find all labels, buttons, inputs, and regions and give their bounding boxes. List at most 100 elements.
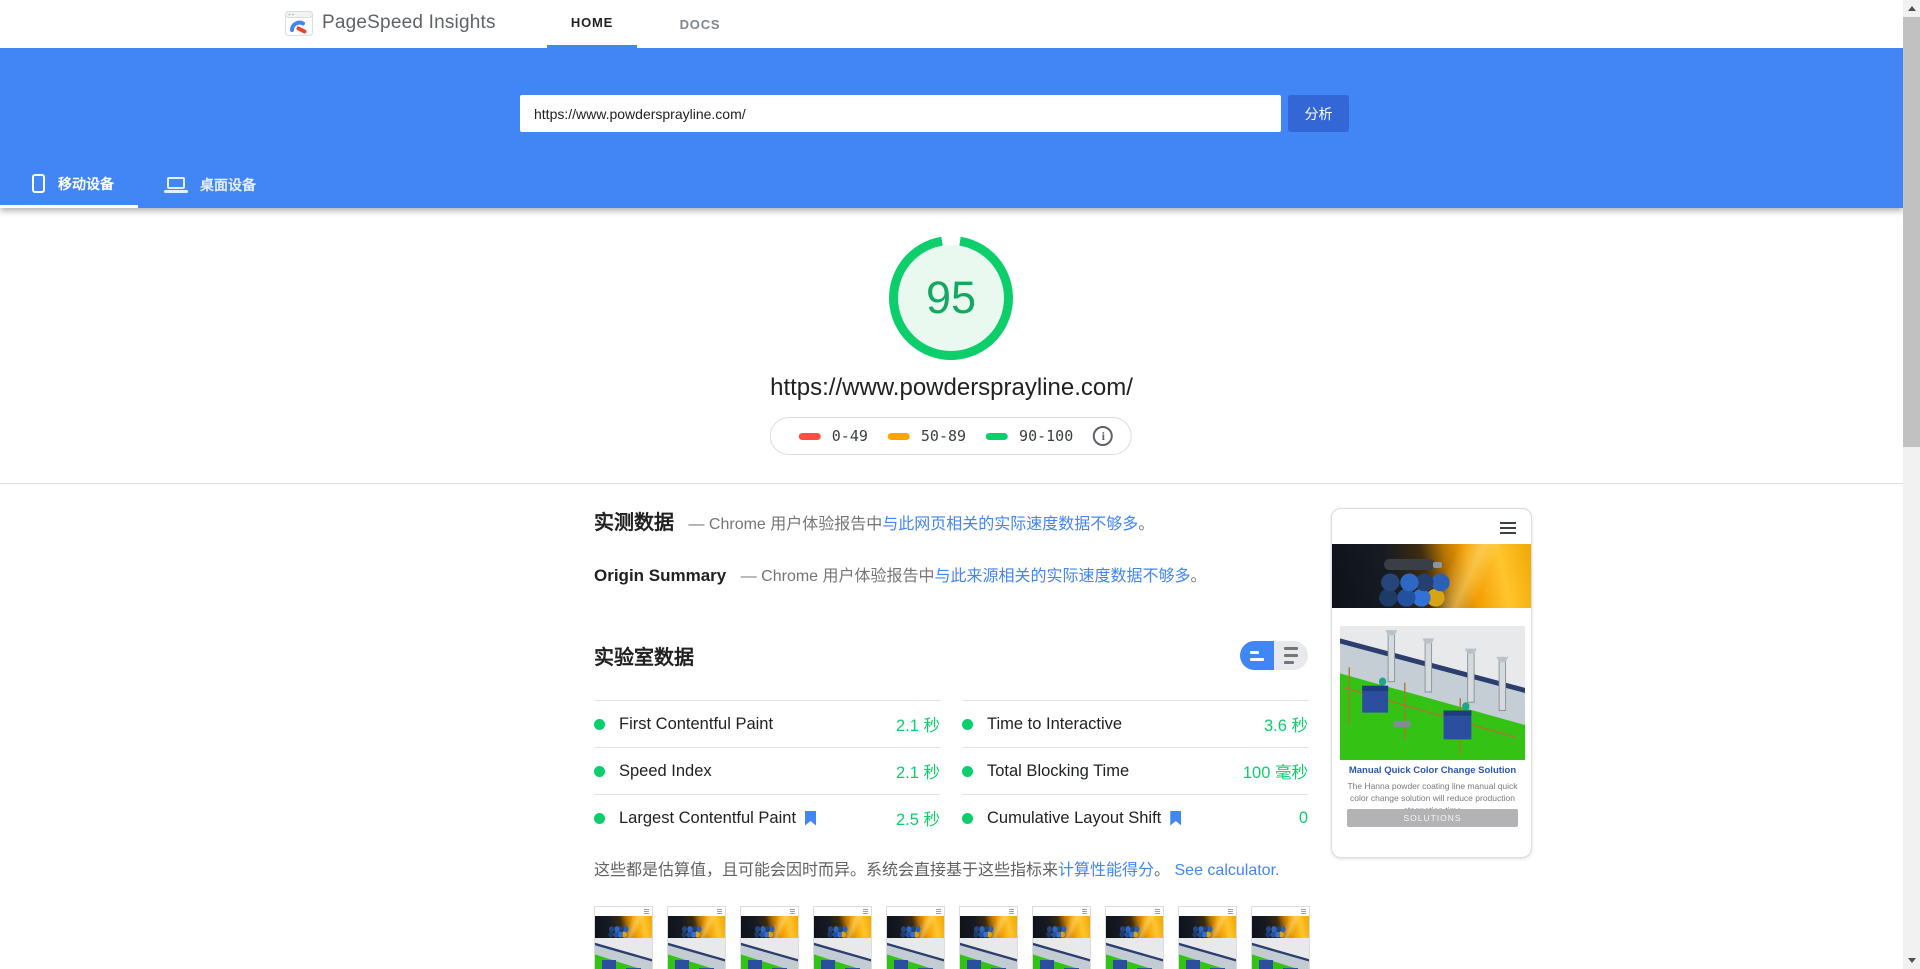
tab-desktop-device[interactable]: 桌面设备 — [140, 162, 280, 208]
loading-filmstrip — [594, 906, 1310, 969]
legend-dash-1 — [888, 433, 910, 440]
lab-data-header-row: 实验室数据 — [594, 641, 1308, 670]
preview-solutions-button[interactable]: SOLUTIONS — [1347, 809, 1518, 827]
field-data-link[interactable]: 与此网页相关的实际速度数据不够多 — [882, 516, 1138, 533]
scroll-down-arrow-icon[interactable] — [1903, 952, 1920, 969]
dash-separator: — — [688, 516, 704, 533]
hamburger-icon — [936, 909, 941, 914]
pagespeed-insights-page: PageSpeed Insights HOME DOCS 分析 移动设备 桌面设… — [0, 0, 1920, 969]
see-calculator-link[interactable]: See calculator. — [1175, 862, 1280, 879]
performance-score-value: 95 — [926, 272, 976, 324]
phone-icon — [32, 174, 45, 193]
bookmark-flag-icon — [1170, 811, 1181, 826]
app-title: PageSpeed Insights — [322, 12, 496, 34]
hamburger-icon — [1500, 522, 1516, 534]
vertical-scrollbar[interactable] — [1903, 0, 1920, 969]
analyze-button[interactable]: 分析 — [1288, 95, 1349, 132]
legend-range-label: 0-49 — [832, 427, 868, 445]
filmstrip-thumbnail[interactable] — [959, 906, 1018, 969]
scrollbar-thumb[interactable] — [1903, 17, 1920, 447]
metric-row-tti: Time to Interactive 3.6 秒 — [962, 700, 1308, 747]
metric-value: 2.1 秒 — [896, 712, 940, 736]
url-input[interactable] — [520, 95, 1281, 132]
field-data-heading: 实测数据 — [594, 512, 674, 534]
metric-name: Speed Index — [619, 762, 712, 781]
metric-name: First Contentful Paint — [619, 715, 773, 734]
estimate-note: 这些都是估算值，且可能会因时而异。系统会直接基于这些指标来计算性能得分。 See… — [594, 856, 1354, 880]
laptop-icon — [164, 177, 188, 193]
preview-hero-image — [1332, 544, 1532, 608]
legend-item-good: 90-100 — [986, 427, 1073, 445]
metric-row-speed-index: Speed Index 2.1 秒 — [594, 747, 940, 794]
mobile-tab-label: 移动设备 — [58, 174, 114, 194]
metric-name: Largest Contentful Paint — [619, 809, 796, 828]
section-divider — [0, 483, 1903, 484]
filmstrip-thumbnail[interactable] — [594, 906, 653, 969]
final-screenshot-preview[interactable]: Manual Quick Color Change Solution The H… — [1331, 508, 1532, 858]
metric-row-fcp: First Contentful Paint 2.1 秒 — [594, 700, 940, 747]
filmstrip-thumbnail[interactable] — [1178, 906, 1237, 969]
legend-range-label: 90-100 — [1019, 427, 1073, 445]
hamburger-icon — [1155, 909, 1160, 914]
metric-status-dot — [962, 719, 973, 730]
filmstrip-thumbnail[interactable] — [1105, 906, 1164, 969]
performance-score-gauge: 95 — [880, 227, 1022, 369]
info-icon[interactable]: i — [1093, 426, 1113, 446]
field-data-suffix: 。 — [1138, 516, 1154, 533]
hamburger-icon — [717, 909, 722, 914]
device-tabs: 移动设备 桌面设备 — [0, 162, 280, 208]
score-legend: 0-49 50-89 90-100 i — [770, 417, 1132, 455]
tab-mobile-device[interactable]: 移动设备 — [0, 162, 138, 208]
performance-score-link[interactable]: 计算性能得分 — [1058, 862, 1154, 879]
metric-status-dot — [962, 766, 973, 777]
metric-status-dot — [962, 813, 973, 824]
toggle-expanded-view-button[interactable] — [1274, 641, 1308, 670]
hamburger-icon — [1228, 909, 1233, 914]
origin-summary-heading: Origin Summary — [594, 566, 726, 585]
metric-row-lcp: Largest Contentful Paint 2.5 秒 — [594, 794, 940, 841]
metric-status-dot — [594, 813, 605, 824]
legend-item-poor: 0-49 — [799, 427, 868, 445]
origin-summary-link[interactable]: 与此来源相关的实际速度数据不够多 — [935, 568, 1191, 585]
lab-metrics-grid: First Contentful Paint 2.1 秒 Time to Int… — [594, 700, 1308, 841]
filmstrip-thumbnail[interactable] — [667, 906, 726, 969]
legend-range-label: 50-89 — [921, 427, 966, 445]
dash-separator: — — [741, 568, 757, 585]
filmstrip-thumbnail[interactable] — [813, 906, 872, 969]
bookmark-flag-icon — [805, 811, 816, 826]
note-suffix: 。 — [1154, 862, 1170, 879]
tab-docs[interactable]: DOCS — [655, 0, 745, 48]
metric-row-cls: Cumulative Layout Shift 0 — [962, 794, 1308, 841]
filmstrip-thumbnail[interactable] — [1251, 906, 1310, 969]
scroll-up-arrow-icon[interactable] — [1903, 0, 1920, 17]
result-url: https://www.powdersprayline.com/ — [0, 374, 1903, 402]
preview-title: Manual Quick Color Change Solution — [1338, 765, 1527, 776]
metric-status-dot — [594, 719, 605, 730]
search-banner: 分析 移动设备 桌面设备 — [0, 48, 1903, 208]
metric-value: 0 — [1299, 809, 1308, 828]
lab-data-heading: 实验室数据 — [594, 641, 694, 670]
hamburger-icon — [790, 909, 795, 914]
field-data-prefix: Chrome 用户体验报告中 — [709, 516, 882, 533]
expanded-view-icon — [1284, 647, 1298, 664]
origin-summary-prefix: Chrome 用户体验报告中 — [761, 568, 934, 585]
metric-name: Total Blocking Time — [987, 762, 1129, 781]
metric-value: 2.1 秒 — [896, 759, 940, 783]
origin-summary-suffix: 。 — [1191, 568, 1207, 585]
origin-summary-line: Origin Summary — Chrome 用户体验报告中与此来源相关的实际… — [594, 562, 1207, 586]
metric-status-dot — [594, 766, 605, 777]
metric-value: 2.5 秒 — [896, 806, 940, 830]
metric-value: 3.6 秒 — [1264, 712, 1308, 736]
filmstrip-thumbnail[interactable] — [1032, 906, 1091, 969]
legend-dash-0 — [799, 433, 821, 440]
preview-machine-image — [1340, 626, 1525, 760]
desktop-tab-label: 桌面设备 — [200, 175, 256, 195]
note-text: 这些都是估算值，且可能会因时而异。系统会直接基于这些指标来 — [594, 862, 1058, 879]
filmstrip-thumbnail[interactable] — [886, 906, 945, 969]
metric-row-tbt: Total Blocking Time 100 毫秒 — [962, 747, 1308, 794]
filmstrip-thumbnail[interactable] — [740, 906, 799, 969]
field-data-line: 实测数据 — Chrome 用户体验报告中与此网页相关的实际速度数据不够多。 — [594, 506, 1154, 535]
toggle-condensed-view-button[interactable] — [1240, 641, 1274, 670]
tab-home[interactable]: HOME — [547, 0, 637, 48]
hamburger-icon — [1009, 909, 1014, 914]
